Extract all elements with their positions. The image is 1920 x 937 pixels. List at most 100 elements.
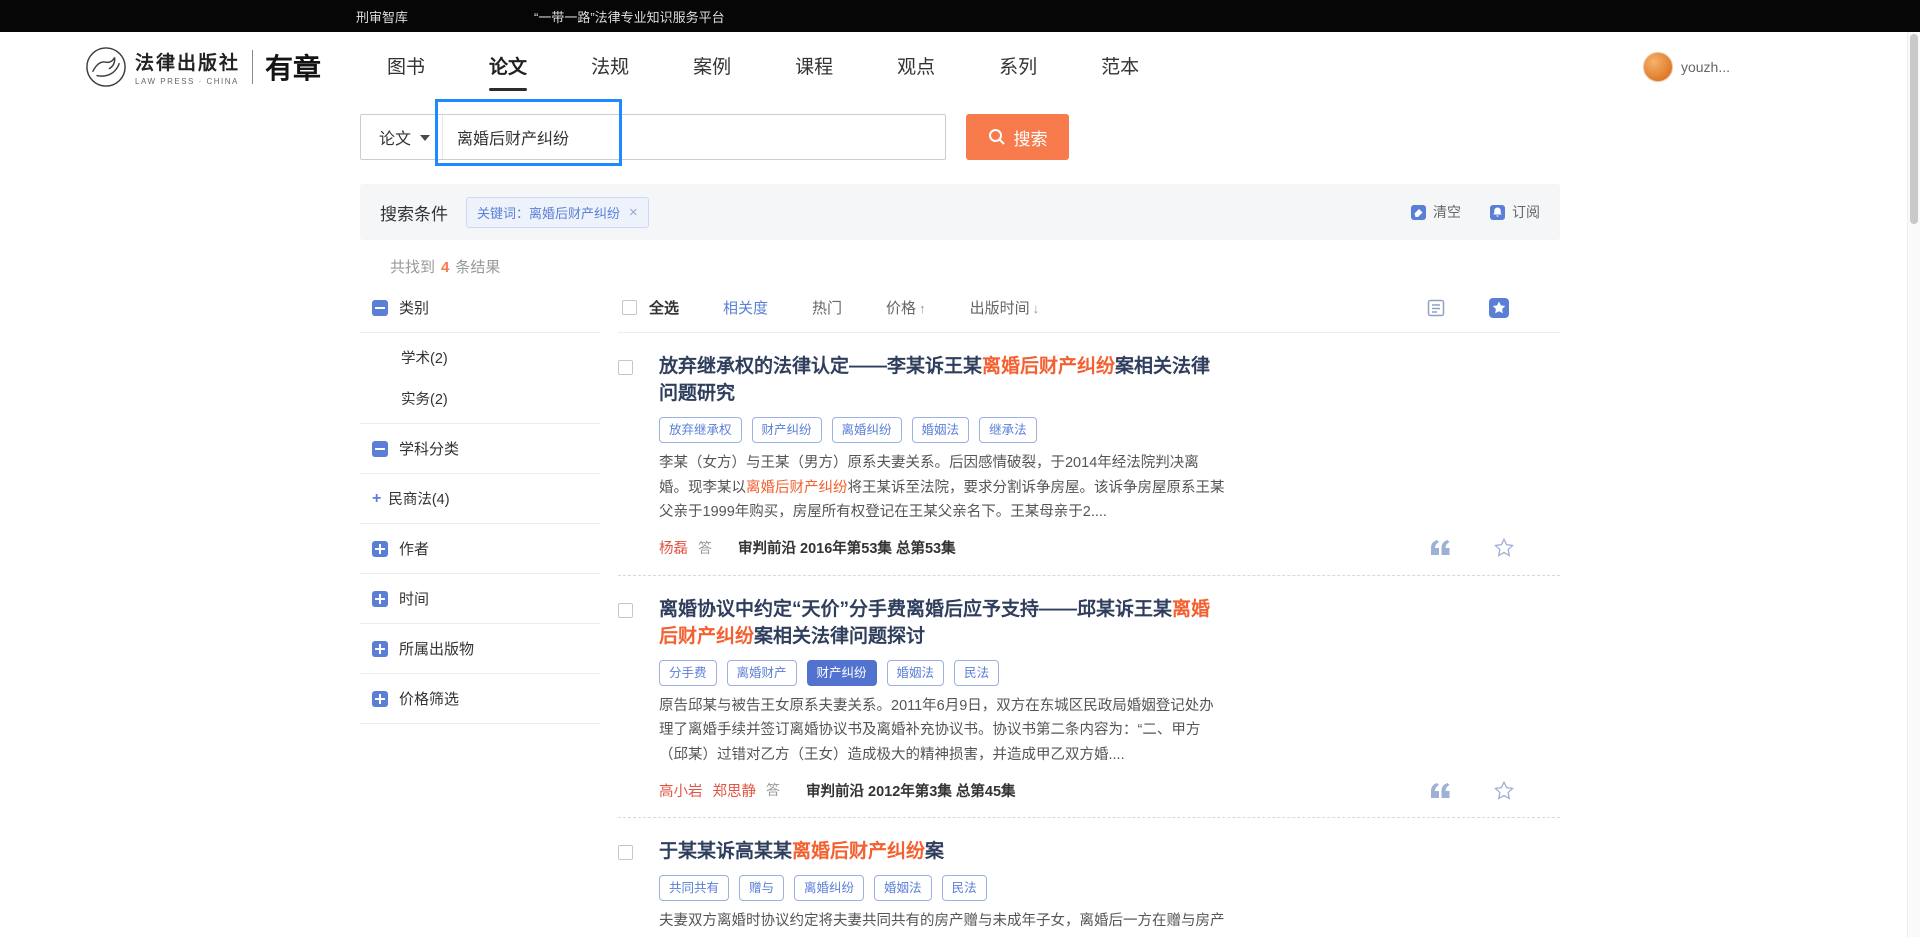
nav-tab-7[interactable]: 系列 [997,40,1039,95]
logo[interactable]: 法律出版社 LAW PRESS · CHINA 有章 [85,46,321,88]
sort-option-2[interactable]: 热门 [812,297,842,318]
expand-plus-icon[interactable] [372,691,388,707]
results-summary: 共找到4条结果 [390,256,1560,277]
author-link[interactable]: 郑思静 [713,784,757,800]
nav-tab-4[interactable]: 案例 [691,40,733,95]
filter-section-header[interactable]: 所属出版物 [360,624,600,674]
result-tag[interactable]: 共同共有 [659,875,729,901]
collect-star-icon[interactable] [1494,781,1514,800]
result-tag[interactable]: 离婚纠纷 [794,875,864,901]
nav-tab-1[interactable]: 图书 [385,40,427,95]
result-tag[interactable]: 民法 [942,875,987,901]
search-conditions-bar: 搜索条件 关键词：离婚后财产纠纷 × 清空 [360,184,1560,240]
clear-button[interactable]: 清空 [1410,202,1461,222]
expand-plus-icon[interactable]: + [372,491,381,507]
expand-plus-icon[interactable] [372,641,388,657]
search-input[interactable] [443,115,945,159]
clear-label: 清空 [1433,202,1461,222]
header-user[interactable]: youzh... [1643,52,1730,82]
filter-section-header[interactable]: 价格筛选 [360,674,600,724]
result-tag[interactable]: 婚姻法 [874,875,932,901]
collect-star-icon[interactable] [1494,538,1514,557]
result-checkbox[interactable] [618,845,633,860]
subscribe-label: 订阅 [1512,202,1540,222]
filter-section-label: 所属出版物 [399,638,474,659]
remove-tag-icon[interactable]: × [629,205,638,220]
select-all-label[interactable]: 全选 [649,297,679,318]
collapse-minus-icon[interactable] [372,441,388,457]
result-tag[interactable]: 财产纠纷 [807,660,877,686]
logo-emblem-icon [85,46,127,88]
result-tag[interactable]: 婚姻法 [912,417,970,443]
search-category-value: 论文 [379,125,411,149]
expand-plus-icon[interactable] [372,591,388,607]
results-list: 放弃继承权的法律认定——李某诉王某离婚后财产纠纷案相关法律问题研究 放弃继承权财… [618,333,1560,937]
favorites-icon[interactable] [1488,297,1510,319]
author-link[interactable]: 高小岩 [659,784,703,800]
result-tag[interactable]: 继承法 [979,417,1037,443]
search-category-select[interactable]: 论文 [361,115,443,159]
result-meta: 高小岩郑思静 答 审判前沿 2012年第3集 总第45集 [659,779,1560,801]
filter-section-header[interactable]: 学科分类 [360,424,600,474]
result-item: 放弃继承权的法律认定——李某诉王某离婚后财产纠纷案相关法律问题研究 放弃继承权财… [618,333,1560,576]
result-title-link[interactable]: 离婚协议中约定“天价”分手费离婚后应予支持——邱某诉王某离婚后财产纠纷案相关法律… [659,596,1225,650]
result-title-link[interactable]: 放弃继承权的法律认定——李某诉王某离婚后财产纠纷案相关法律问题研究 [659,353,1225,407]
search-control: 论文 [360,114,946,160]
result-tag[interactable]: 民法 [954,660,999,686]
sort-option-4[interactable]: 出版时间↓ [970,297,1040,318]
filter-section-header[interactable]: 类别 [360,283,600,333]
result-tag[interactable]: 婚姻法 [887,660,945,686]
filter-section-header[interactable]: 作者 [360,524,600,574]
result-tag[interactable]: 离婚财产 [727,660,797,686]
logo-brand: 有章 [265,47,321,87]
nav-tab-5[interactable]: 课程 [793,40,835,95]
result-authors: 高小岩郑思静 [659,780,766,801]
search-button-label: 搜索 [1014,125,1048,150]
filter-item[interactable]: +民商法(4) [360,478,600,519]
user-avatar[interactable] [1643,52,1673,82]
nav-tab-6[interactable]: 观点 [895,40,937,95]
subscribe-button[interactable]: 订阅 [1489,202,1540,222]
sort-option-1[interactable]: 相关度 [723,297,768,318]
scrollbar-track[interactable] [1907,32,1920,937]
result-meta: 杨磊 答 审判前沿 2016年第53集 总第53集 [659,537,1560,559]
results-count: 4 [441,259,449,276]
topbar-link-xingshen-zhiku[interactable]: 刑审智库 [356,7,408,26]
result-checkbox[interactable] [618,360,633,375]
result-snippet: 夫妻双方离婚时协议约定将夫妻共同共有的房产赠与未成年子女，离婚后一方在赠与房产权… [659,909,1225,937]
keyword-filter-tag[interactable]: 关键词：离婚后财产纠纷 × [466,197,649,228]
result-tag[interactable]: 财产纠纷 [752,417,822,443]
scrollbar-thumb[interactable] [1910,34,1918,224]
nav-tab-8[interactable]: 范本 [1099,40,1141,95]
summary-suffix: 条结果 [455,259,500,276]
quote-icon[interactable] [1431,540,1450,555]
nav-tab-3[interactable]: 法规 [589,40,631,95]
subscribe-bell-icon [1489,204,1506,221]
select-all-checkbox[interactable] [622,300,637,315]
result-tag[interactable]: 赠与 [739,875,784,901]
result-tag[interactable]: 离婚纠纷 [832,417,902,443]
result-tag[interactable]: 放弃继承权 [659,417,742,443]
result-title-link[interactable]: 于某某诉高某某离婚后财产纠纷案 [659,838,1225,865]
site-header: 法律出版社 LAW PRESS · CHINA 有章 图书 论文 法规 案例 课程 观点 系… [0,32,1920,102]
nav-tab-2[interactable]: 论文 [487,40,529,95]
collapse-minus-icon[interactable] [372,300,388,316]
quote-icon[interactable] [1431,783,1450,798]
conditions-label: 搜索条件 [380,200,448,225]
filter-item[interactable]: 实务(2) [360,378,600,419]
result-checkbox[interactable] [618,603,633,618]
clear-icon [1410,204,1427,221]
result-source[interactable]: 审判前沿 2012年第3集 总第45集 [806,780,1016,801]
topbar-link-belt-and-road[interactable]: “一带一路”法律专业知识服务平台 [534,7,725,26]
result-tag[interactable]: 分手费 [659,660,717,686]
author-link[interactable]: 杨磊 [659,541,688,557]
search-bar: 论文 搜索 [360,114,1560,160]
search-button[interactable]: 搜索 [966,114,1069,160]
result-source[interactable]: 审判前沿 2016年第53集 总第53集 [738,537,956,558]
filter-item[interactable]: 学术(2) [360,337,600,378]
expand-plus-icon[interactable] [372,541,388,557]
sort-option-3[interactable]: 价格↑ [886,297,926,318]
caret-down-icon [420,135,430,141]
document-notes-icon[interactable] [1426,298,1446,318]
filter-section-header[interactable]: 时间 [360,574,600,624]
